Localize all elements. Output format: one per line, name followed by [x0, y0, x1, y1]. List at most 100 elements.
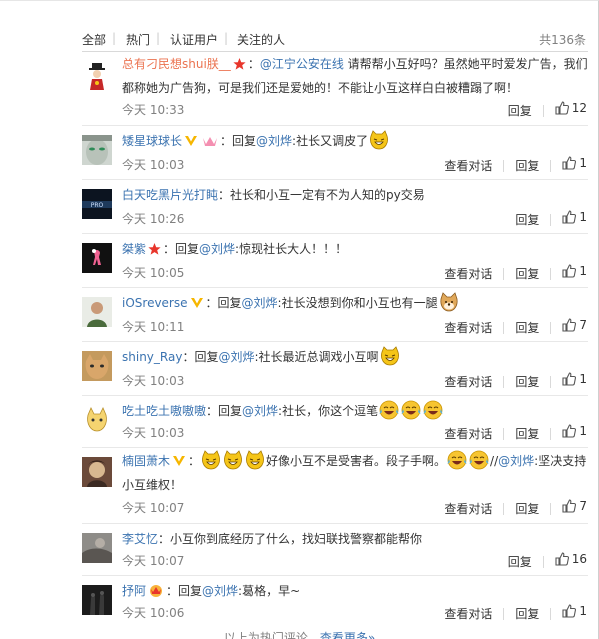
timestamp: 今天 10:07: [122, 554, 185, 568]
tab-hot[interactable]: 热门: [126, 31, 150, 48]
thumbs-up-icon: [555, 101, 569, 115]
avatar[interactable]: [82, 243, 112, 273]
view-dialog-button[interactable]: 查看对话: [444, 157, 492, 174]
thumbs-up-icon: [562, 210, 577, 224]
avatar[interactable]: [82, 135, 112, 165]
timestamp: 今天 10:03: [122, 158, 185, 172]
like-button[interactable]: 1: [562, 372, 587, 386]
avatar[interactable]: [82, 61, 112, 91]
mention-link[interactable]: @刘烨: [242, 296, 278, 310]
username[interactable]: 吃土吃土嗷嗷嗷: [122, 404, 206, 418]
username[interactable]: 楠固萧木: [122, 454, 170, 468]
thumbs-up-icon: [555, 552, 569, 566]
hot-comments-footer: 以上为热门评论，查看更多»: [0, 629, 599, 639]
reply-button[interactable]: 回复: [508, 553, 532, 570]
thumbs-up-icon: [562, 499, 577, 513]
tab-verified-users[interactable]: 认证用户: [170, 31, 218, 48]
comment-text: 桀紫 ：回复@刘烨:惊现社长大人！！！: [122, 238, 588, 262]
comment-filter-bar: 全部 | 热门 | 认证用户 | 关注的人 共136条: [82, 31, 588, 49]
like-button[interactable]: 1: [562, 210, 587, 224]
like-button[interactable]: 7: [562, 318, 587, 332]
reply-button[interactable]: 回复: [515, 500, 539, 517]
divider: [82, 287, 588, 288]
reply-button[interactable]: 回复: [515, 319, 539, 336]
divider: [82, 51, 588, 52]
crown-badge-icon: [148, 582, 164, 604]
reply-button[interactable]: 回复: [508, 102, 532, 119]
timestamp: 今天 10:05: [122, 266, 185, 280]
comment-actions: 查看对话 回复 1: [444, 264, 587, 282]
mention-link[interactable]: @刘烨: [199, 242, 235, 256]
tab-all[interactable]: 全部: [82, 31, 106, 48]
view-more-link[interactable]: 查看更多»: [320, 631, 375, 639]
view-dialog-button[interactable]: 查看对话: [444, 500, 492, 517]
avatar[interactable]: [82, 533, 112, 563]
comment-text: 抒阿 ：回复@刘烨:葛格，早~: [122, 580, 588, 604]
comment-text: 总有刁民想shui朕__ ：@江宁公安在线 请帮帮小互好吗？虽然她平时爱发广告，我…: [122, 57, 588, 95]
view-dialog-button[interactable]: 查看对话: [444, 425, 492, 442]
username[interactable]: 桀紫: [122, 242, 146, 256]
like-button[interactable]: 12: [555, 101, 587, 115]
like-count: 1: [579, 156, 587, 170]
grin-cat-emoji-icon: [380, 346, 400, 366]
username[interactable]: 白天吃黑片光打盹: [122, 188, 218, 202]
laugh-cry-emoji-icon: [469, 450, 489, 470]
like-count: 1: [579, 210, 587, 224]
doge-emoji-icon: [439, 292, 459, 312]
divider: [82, 447, 588, 448]
like-count: 7: [579, 318, 587, 332]
mention-link[interactable]: @刘烨: [242, 404, 278, 418]
avatar[interactable]: [82, 297, 112, 327]
mention-link[interactable]: @刘烨: [202, 584, 238, 598]
username[interactable]: 矮星球球长: [122, 134, 182, 148]
like-count: 1: [579, 264, 587, 278]
username[interactable]: iOSreverse: [122, 296, 188, 310]
timestamp: 今天 10:03: [122, 374, 185, 388]
timestamp: 今天 10:07: [122, 501, 185, 515]
like-count: 1: [579, 372, 587, 386]
reply-button[interactable]: 回复: [515, 211, 539, 228]
username[interactable]: 抒阿: [122, 584, 146, 598]
mention-link[interactable]: @刘烨: [218, 350, 254, 364]
avatar[interactable]: [82, 351, 112, 381]
username[interactable]: 总有刁民想shui朕__: [122, 57, 231, 71]
mention-link[interactable]: @刘烨: [498, 454, 534, 468]
thumbs-up-icon: [562, 318, 577, 332]
mention-link[interactable]: @江宁公安在线: [260, 57, 344, 71]
reply-button[interactable]: 回复: [515, 157, 539, 174]
reply-button[interactable]: 回复: [515, 265, 539, 282]
like-button[interactable]: 1: [562, 264, 587, 278]
grin-cat-emoji-icon: [369, 130, 389, 150]
like-button[interactable]: 1: [562, 604, 587, 618]
mention-link[interactable]: @刘烨: [256, 134, 292, 148]
username[interactable]: 李艾忆: [122, 532, 158, 546]
like-button[interactable]: 1: [562, 424, 587, 438]
thumbs-up-icon: [562, 424, 577, 438]
avatar[interactable]: PRO: [82, 189, 112, 219]
avatar[interactable]: [82, 405, 112, 435]
tab-following[interactable]: 关注的人: [237, 31, 285, 48]
username[interactable]: shiny_Ray: [122, 350, 182, 364]
reply-button[interactable]: 回复: [515, 605, 539, 622]
view-dialog-button[interactable]: 查看对话: [444, 373, 492, 390]
comment-text: 白天吃黑片光打盹：社长和小互一定有不为人知的py交易: [122, 188, 425, 202]
view-dialog-button[interactable]: 查看对话: [444, 605, 492, 622]
comment-text: 李艾忆：小互你到底经历了什么，找妇联找警察都能帮你: [122, 532, 423, 546]
comment-text: shiny_Ray：回复@刘烨:社长最近总调戏小互啊: [122, 346, 588, 368]
comment-text: iOSreverse ：回复@刘烨:社长没想到你和小互也有一腿: [122, 292, 588, 316]
reply-button[interactable]: 回复: [515, 373, 539, 390]
view-dialog-button[interactable]: 查看对话: [444, 319, 492, 336]
vip-badge-icon: [202, 132, 218, 154]
comment-actions: 回复 16: [508, 552, 587, 570]
reply-button[interactable]: 回复: [515, 425, 539, 442]
divider: [82, 395, 588, 396]
like-button[interactable]: 1: [562, 156, 587, 170]
avatar[interactable]: [82, 457, 112, 487]
view-dialog-button[interactable]: 查看对话: [444, 265, 492, 282]
tab-divider: |: [224, 31, 229, 45]
grin-cat-emoji-icon: [201, 450, 221, 470]
like-button[interactable]: 7: [562, 499, 587, 513]
like-button[interactable]: 16: [555, 552, 587, 566]
timestamp: 今天 10:11: [122, 320, 185, 334]
avatar[interactable]: [82, 585, 112, 615]
